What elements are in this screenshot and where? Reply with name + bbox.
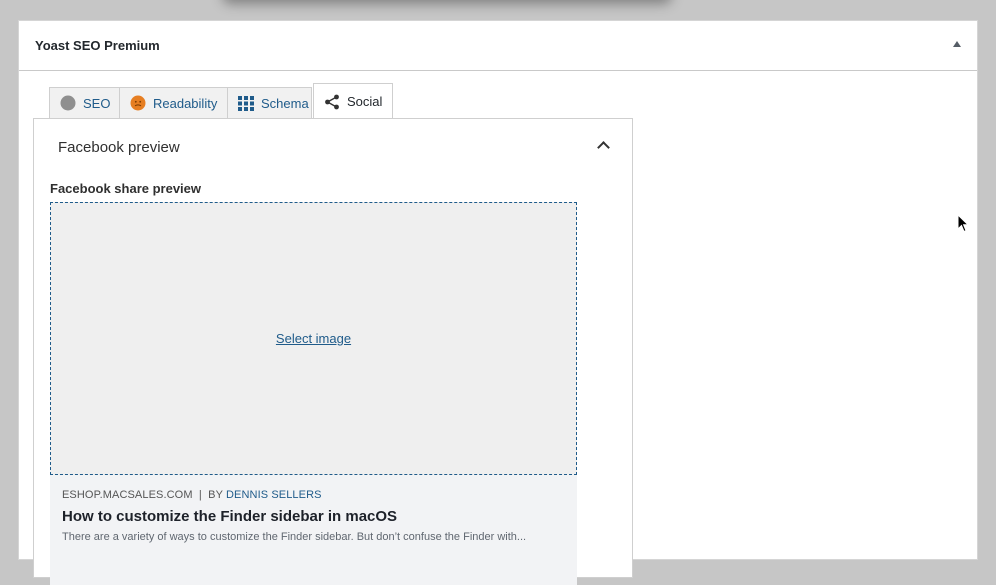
collapse-arrow-icon[interactable] — [953, 41, 961, 47]
tab-seo-label: SEO — [83, 95, 111, 111]
preview-site-line: ESHOP.MACSALES.COM | BY DENNIS SELLERS — [62, 489, 322, 501]
social-content: Facebook preview Facebook share preview … — [33, 118, 633, 585]
gray-dot-icon — [60, 95, 76, 111]
tab-schema-label: Schema — [261, 95, 309, 111]
chevron-up-icon[interactable] — [597, 141, 610, 154]
tab-schema[interactable]: Schema — [227, 87, 312, 118]
grid-icon — [238, 95, 254, 111]
facebook-preview-header[interactable]: Facebook preview — [58, 139, 180, 156]
preview-title: How to customize the Finder sidebar in m… — [62, 508, 398, 525]
panel-title: Yoast SEO Premium — [35, 38, 160, 53]
tab-seo[interactable]: SEO — [49, 87, 120, 118]
image-drop-area[interactable]: Select image — [50, 202, 577, 475]
preview-author: DENNIS SELLERS — [226, 489, 322, 501]
yoast-seo-panel: Yoast SEO Premium SEO Readability Schema… — [18, 20, 978, 585]
preview-site: ESHOP.MACSALES.COM — [62, 489, 193, 501]
preview-separator: | — [198, 489, 202, 501]
orange-face-icon — [130, 95, 146, 111]
preview-by: BY — [208, 489, 223, 501]
preview-description: There are a variety of ways to customize… — [62, 531, 527, 543]
tab-readability-label: Readability — [153, 95, 218, 111]
tab-social[interactable]: Social — [313, 83, 393, 119]
mouse-cursor-icon — [957, 214, 969, 233]
panel-header[interactable]: Yoast SEO Premium — [19, 21, 977, 71]
facebook-preview-card: ESHOP.MACSALES.COM | BY DENNIS SELLERS H… — [50, 475, 577, 585]
share-icon — [324, 94, 340, 110]
facebook-share-preview-label: Facebook share preview — [50, 181, 202, 196]
tab-readability[interactable]: Readability — [119, 87, 228, 118]
select-image-link[interactable]: Select image — [276, 331, 351, 346]
tab-social-label: Social — [347, 94, 383, 109]
